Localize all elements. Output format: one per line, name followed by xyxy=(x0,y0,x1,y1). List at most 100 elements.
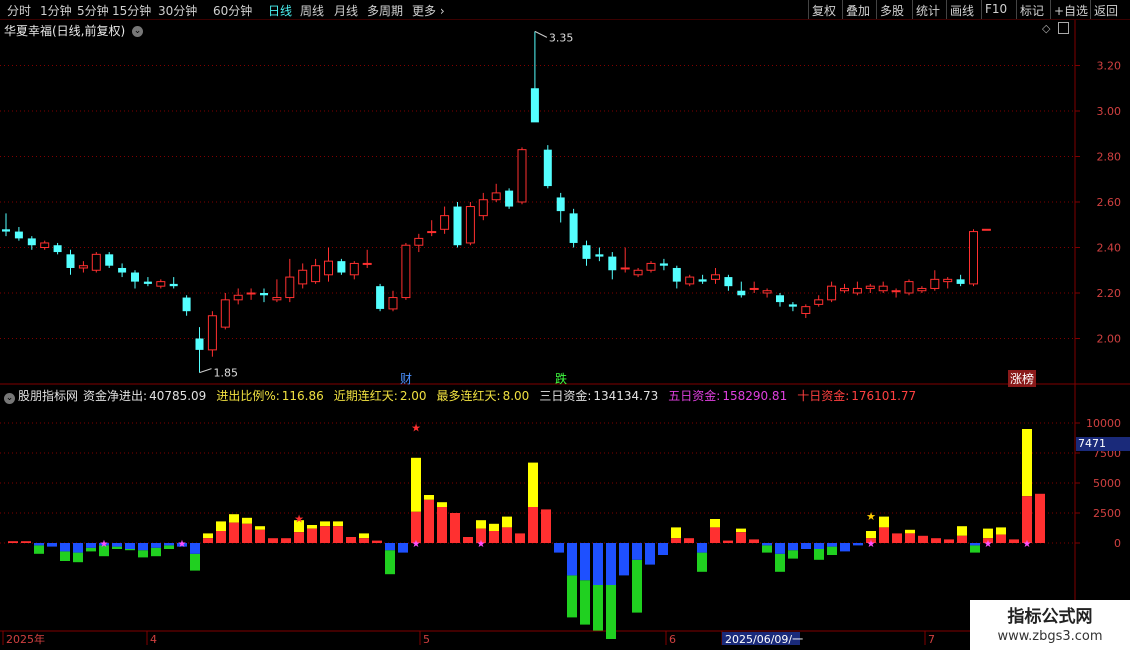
flow-bar-inner xyxy=(190,543,200,554)
toolbar-item-10[interactable]: 更多 › xyxy=(412,2,445,19)
flow-bar-inner xyxy=(580,543,590,581)
toolbar-right-item-8[interactable]: 返回 xyxy=(1094,2,1118,19)
toolbar-separator xyxy=(981,0,982,19)
candle-body xyxy=(53,245,62,253)
time-axis-label: 7 xyxy=(928,633,935,646)
candle-body xyxy=(724,277,733,287)
indicator-field-label: 资金净进出: xyxy=(83,389,148,403)
candle-body xyxy=(737,290,746,296)
candle-body xyxy=(324,260,333,276)
candle-body xyxy=(981,228,991,231)
flow-bar-inner xyxy=(658,543,668,555)
flow-bar-outer xyxy=(320,521,330,527)
candle-body xyxy=(891,290,901,293)
flow-bar-outer xyxy=(697,552,707,572)
toolbar-item-8[interactable]: 月线 xyxy=(334,2,358,19)
flow-bar-outer xyxy=(203,533,213,539)
toolbar-item-3[interactable]: 15分钟 xyxy=(112,2,151,19)
time-axis-label: 6 xyxy=(669,633,676,646)
chevron-down-icon[interactable]: ⌄ xyxy=(132,26,144,37)
pink-star-marker: ★ xyxy=(477,539,486,550)
settings-icon[interactable] xyxy=(1058,22,1069,34)
toolbar-right-item-6[interactable]: 标记 xyxy=(1020,2,1044,19)
flow-bar-inner xyxy=(840,543,850,552)
toolbar-item-9[interactable]: 多周期 xyxy=(367,2,403,19)
toolbar-separator xyxy=(876,0,877,19)
high-marker-line xyxy=(534,30,548,38)
flow-bar-inner xyxy=(684,538,694,543)
candle-body xyxy=(840,287,849,292)
flow-bar-outer xyxy=(86,547,96,552)
indicator-field-5: 五日资金: 158290.81 xyxy=(668,389,792,403)
indicator-axis-label: 2500 xyxy=(1093,507,1121,520)
flow-bar-inner xyxy=(853,543,863,546)
flow-bar-outer xyxy=(567,575,577,618)
flow-bar-inner xyxy=(60,543,70,552)
toolbar-right-item-1[interactable]: 叠加 xyxy=(846,2,870,19)
flow-bar-inner xyxy=(437,507,447,543)
flow-bar-inner xyxy=(879,527,889,543)
flow-bar-outer xyxy=(138,550,148,558)
candle-body xyxy=(118,267,127,273)
flow-bar-outer xyxy=(866,531,876,539)
candle-body xyxy=(66,254,75,268)
price-axis-label: 2.40 xyxy=(1097,242,1122,255)
flow-bar-outer xyxy=(528,462,538,507)
flow-bar-inner xyxy=(723,540,733,543)
candle-body xyxy=(685,276,695,285)
candle-body xyxy=(2,229,10,232)
candle-body xyxy=(220,299,230,328)
toolbar-right-item-4[interactable]: 画线 xyxy=(950,2,974,19)
toolbar-item-4[interactable]: 30分钟 xyxy=(158,2,197,19)
indicator-field-value: 158290.81 xyxy=(722,389,788,403)
flow-bar-outer xyxy=(229,514,239,523)
price-axis-label: 2.80 xyxy=(1097,151,1122,164)
flow-bar-inner xyxy=(554,543,564,553)
flow-bar-outer xyxy=(359,533,369,539)
time-axis-label: 4 xyxy=(150,633,157,646)
toolbar-item-7[interactable]: 周线 xyxy=(300,2,324,19)
toolbar-item-0[interactable]: 分时 xyxy=(7,2,31,19)
candle-body xyxy=(156,281,166,287)
candle-body xyxy=(904,281,914,294)
candle-body xyxy=(91,253,101,271)
watermark-title: 指标公式网 xyxy=(1007,607,1093,627)
diamond-icon[interactable]: ◇ xyxy=(1042,22,1050,35)
flow-bar-inner xyxy=(1009,539,1019,543)
candle-body xyxy=(465,206,475,244)
toolbar-right-item-3[interactable]: 统计 xyxy=(916,2,940,19)
flow-bar-inner xyxy=(619,543,629,576)
flow-bar-outer xyxy=(60,551,70,561)
candle-body xyxy=(207,315,217,351)
toolbar-right-item-2[interactable]: 多股 xyxy=(880,2,904,19)
flow-bar-inner xyxy=(320,526,330,543)
flow-bar-inner xyxy=(1035,493,1045,543)
watermark-url: www.zbgs3.com xyxy=(997,629,1103,644)
candle-body xyxy=(749,287,759,290)
period-toolbar: 分时 1分钟 5分钟 15分钟 30分钟 60分钟 日线 周线 月线 多周期 更多 › 复权 叠加 多股统… xyxy=(0,0,1130,20)
toolbar-item-5[interactable]: 60分钟 xyxy=(213,2,252,19)
chart-canvas: 3.20 3.00 2.80 2.60 2.40 2.20 2.00 3.35 1.85 1000… xyxy=(0,20,1130,650)
flow-bar-outer xyxy=(112,546,122,549)
flow-bar-inner xyxy=(515,533,525,543)
candle-body xyxy=(478,199,488,217)
toolbar-right-item-7[interactable]: +自选 xyxy=(1054,2,1088,19)
toolbar-item-2[interactable]: 5分钟 xyxy=(77,2,109,19)
flow-bar-inner xyxy=(632,543,642,560)
candle-body xyxy=(698,279,707,282)
toolbar-item-6[interactable]: 日线 xyxy=(268,2,292,19)
toolbar-right-item-5[interactable]: F10 xyxy=(985,2,1007,16)
flow-bar-inner xyxy=(892,533,902,543)
toolbar-right-item-0[interactable]: 复权 xyxy=(812,2,836,19)
flow-bar-inner xyxy=(346,537,356,543)
candle-body xyxy=(814,299,824,305)
toolbar-item-1[interactable]: 1分钟 xyxy=(40,2,72,19)
candle-body xyxy=(285,276,295,299)
flow-bar-inner xyxy=(385,543,395,551)
flow-bar-outer xyxy=(632,559,642,613)
flow-bar-inner xyxy=(983,538,993,543)
flow-bar-inner xyxy=(918,535,928,543)
candle-body xyxy=(143,281,152,284)
flow-bar-inner xyxy=(788,543,798,551)
chevron-down-icon[interactable]: ⌄ xyxy=(4,393,15,404)
